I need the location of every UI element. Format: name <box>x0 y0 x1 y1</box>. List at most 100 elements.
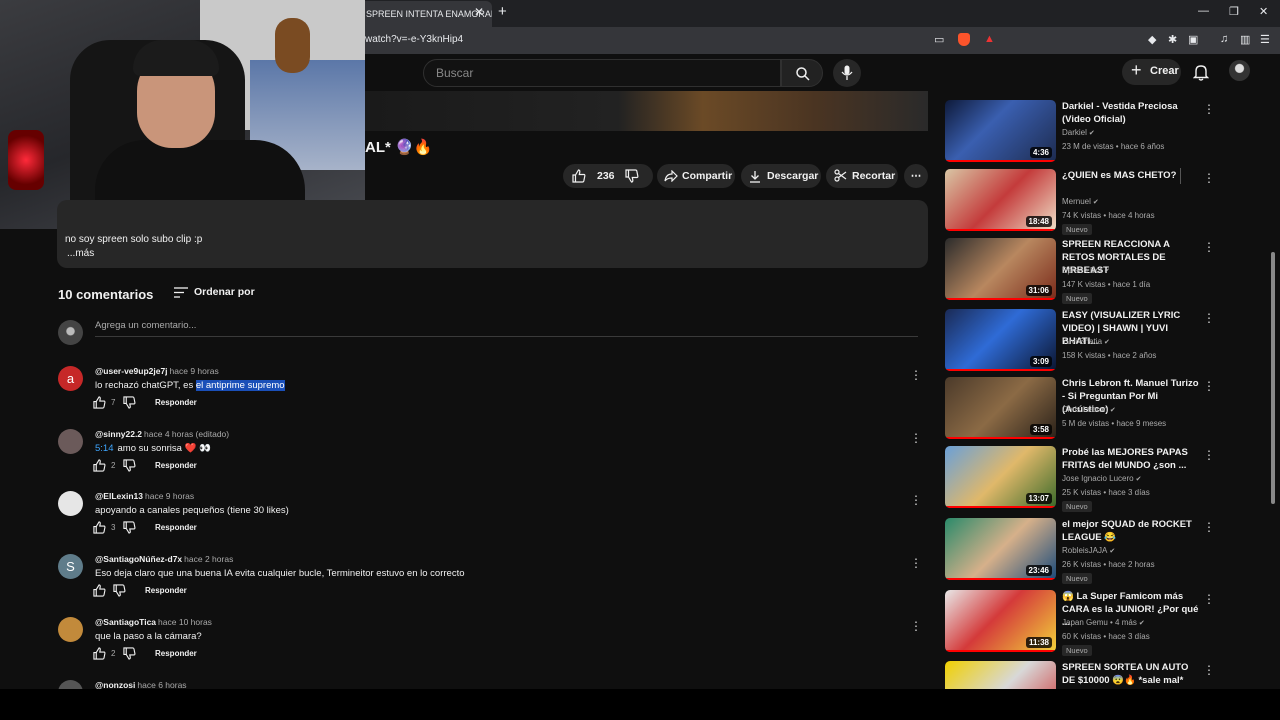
create-button[interactable]: + Crear <box>1122 59 1181 85</box>
search-input[interactable]: Buscar <box>423 59 781 87</box>
menu-icon[interactable]: ☰ <box>1260 33 1270 46</box>
recommended-video[interactable]: 18:48 ¿QUIEN es MAS CHETO? Mernuel ✔ 74 K vi… <box>945 169 1215 235</box>
sidebar-icon[interactable]: ▥ <box>1240 33 1250 46</box>
reply-button[interactable]: Responder <box>155 461 197 470</box>
scrollbar-thumb[interactable] <box>1271 252 1275 504</box>
reply-button[interactable]: Responder <box>155 523 197 532</box>
comment-author[interactable]: @sinny22.2 hace 4 horas (editado) <box>95 429 229 439</box>
music-icon[interactable]: ♫ <box>1220 33 1228 45</box>
comment-menu-icon[interactable]: ⋮ <box>910 431 922 445</box>
video-title[interactable]: el mejor SQUAD de ROCKET LEAGUE 😂 <box>1062 518 1202 544</box>
thumbs-down-icon[interactable] <box>123 521 136 534</box>
video-menu-icon[interactable]: ⋮ <box>1203 311 1215 325</box>
thumbs-up-icon[interactable] <box>93 521 106 534</box>
channel-name[interactable]: Darkiel ✔ <box>1062 128 1095 137</box>
comment-time[interactable]: hace 9 horas <box>170 366 219 376</box>
comment-author[interactable]: @SantiagoTica hace 10 horas <box>95 617 212 627</box>
video-thumbnail[interactable]: 18:48 <box>945 169 1056 231</box>
comment-time[interactable]: hace 10 horas <box>158 617 212 627</box>
channel-name[interactable]: Chris Lebron ✔ <box>1062 405 1116 414</box>
url-field[interactable]: watch?v=-e-Y3knHip4 <box>365 34 463 45</box>
comment-time[interactable]: hace 9 horas <box>145 491 194 501</box>
comment-author-name[interactable]: @sinny22.2 <box>95 429 142 439</box>
thumbs-up-icon[interactable] <box>93 396 106 409</box>
thumbs-down-icon[interactable] <box>123 647 136 660</box>
extension-diamond-icon[interactable]: ◆ <box>1148 33 1156 46</box>
profile-avatar[interactable] <box>1229 60 1250 81</box>
recommended-video[interactable]: 3:09 EASY (VISUALIZER LYRIC VIDEO) | SHAW… <box>945 309 1215 373</box>
description-box[interactable]: no soy spreen solo subo clip :p ...más <box>57 200 928 268</box>
video-menu-icon[interactable]: ⋮ <box>1203 448 1215 462</box>
comment-menu-icon[interactable]: ⋮ <box>910 368 922 382</box>
thumbs-down-icon[interactable] <box>123 396 136 409</box>
voice-search-button[interactable] <box>833 59 861 87</box>
thumbs-up-icon[interactable] <box>93 459 106 472</box>
comment-menu-icon[interactable]: ⋮ <box>910 619 922 633</box>
browser-tab[interactable]: SPREEN INTENTA ENAMORAR <box>358 1 492 27</box>
more-actions-button[interactable]: ⋯ <box>904 164 928 188</box>
comment-author-name[interactable]: @ElLexin13 <box>95 491 143 501</box>
comment-avatar[interactable]: S <box>58 554 83 579</box>
thumbs-down-icon[interactable] <box>113 584 126 597</box>
video-menu-icon[interactable]: ⋮ <box>1203 379 1215 393</box>
reply-button[interactable]: Responder <box>155 398 197 407</box>
puzzle-icon[interactable]: ✱ <box>1168 33 1177 46</box>
comment-menu-icon[interactable]: ⋮ <box>910 556 922 570</box>
video-title[interactable]: Darkiel - Vestida Preciosa (Video Oficia… <box>1062 100 1202 126</box>
reply-button[interactable]: Responder <box>145 586 187 595</box>
channel-name[interactable]: Spreen Bot ✔ <box>1062 266 1110 275</box>
description-more-link[interactable]: ...más <box>67 248 94 259</box>
minimize-icon[interactable]: — <box>1198 5 1209 17</box>
comment-avatar[interactable] <box>58 617 83 642</box>
video-thumbnail[interactable]: 31:06 <box>945 238 1056 300</box>
recommended-video[interactable]: 4:36 Darkiel - Vestida Preciosa (Video Of… <box>945 100 1215 164</box>
video-thumbnail[interactable]: 23:46 <box>945 518 1056 580</box>
video-thumbnail[interactable]: 11:38 <box>945 590 1056 652</box>
thumbs-up-icon[interactable] <box>93 647 106 660</box>
thumbs-down-icon[interactable] <box>625 169 639 183</box>
recommended-video[interactable]: 13:07 Probé las MEJORES PAPAS FRITAS del … <box>945 446 1215 512</box>
channel-name[interactable]: Mernuel ✔ <box>1062 197 1099 206</box>
comment-timestamp-link[interactable]: 5:14 <box>95 443 114 454</box>
media-icon[interactable]: ▣ <box>1188 33 1198 46</box>
channel-name[interactable]: Japan Gemu • 4 más ✔ <box>1062 618 1145 627</box>
video-title[interactable]: SPREEN SORTEA UN AUTO DE $10000 😨🔥 *sale… <box>1062 661 1202 687</box>
comment-avatar[interactable]: a <box>58 366 83 391</box>
share-button[interactable]: Compartir <box>657 164 735 188</box>
video-menu-icon[interactable]: ⋮ <box>1203 102 1215 116</box>
tab-close-icon[interactable]: ✕ <box>474 5 484 19</box>
comment-author-name[interactable]: @user-ve9up2je7j <box>95 366 168 376</box>
recommended-video[interactable]: 3:58 Chris Lebron ft. Manuel Turizo - Si … <box>945 377 1215 441</box>
clip-button[interactable]: Recortar <box>826 164 898 188</box>
video-menu-icon[interactable]: ⋮ <box>1203 592 1215 606</box>
video-menu-icon[interactable]: ⋮ <box>1203 240 1215 254</box>
channel-name[interactable]: Jose Ignacio Lucero ✔ <box>1062 474 1141 483</box>
search-button[interactable] <box>781 59 823 87</box>
video-menu-icon[interactable]: ⋮ <box>1203 520 1215 534</box>
recommended-video[interactable]: 11:38 😱 La Super Famicom más CARA es la J… <box>945 590 1215 656</box>
video-title[interactable]: Probé las MEJORES PAPAS FRITAS del MUNDO… <box>1062 446 1202 472</box>
video-menu-icon[interactable]: ⋮ <box>1203 171 1215 185</box>
comment-author[interactable]: @user-ve9up2je7j hace 9 horas <box>95 366 219 376</box>
video-thumbnail[interactable]: 13:07 <box>945 446 1056 508</box>
comment-author-name[interactable]: @SantiagoNúñez-d7x <box>95 554 182 564</box>
comment-avatar[interactable] <box>58 429 83 454</box>
video-menu-icon[interactable]: ⋮ <box>1203 663 1215 677</box>
recommended-video[interactable]: 23:46 el mejor SQUAD de ROCKET LEAGUE 😂 Ro… <box>945 518 1215 584</box>
download-button[interactable]: Descargar <box>741 164 821 188</box>
add-comment-input[interactable]: Agrega un comentario... <box>95 320 196 331</box>
video-thumbnail[interactable]: 4:36 <box>945 100 1056 162</box>
reply-button[interactable]: Responder <box>155 649 197 658</box>
video-player[interactable] <box>365 91 928 131</box>
recommended-video[interactable]: 31:06 SPREEN REACCIONA A RETOS MORTALES D… <box>945 238 1215 304</box>
channel-name[interactable]: RobleisJAJA ✔ <box>1062 546 1115 555</box>
comment-avatar[interactable] <box>58 491 83 516</box>
comment-menu-icon[interactable]: ⋮ <box>910 493 922 507</box>
restore-icon[interactable]: ❐ <box>1229 5 1239 18</box>
video-thumbnail[interactable]: 3:09 <box>945 309 1056 371</box>
video-thumbnail[interactable]: 3:58 <box>945 377 1056 439</box>
rewards-icon[interactable]: ▲ <box>984 33 995 45</box>
cast-icon[interactable]: ▭ <box>934 33 944 46</box>
thumbs-down-icon[interactable] <box>123 459 136 472</box>
thumbs-up-icon[interactable] <box>93 584 106 597</box>
